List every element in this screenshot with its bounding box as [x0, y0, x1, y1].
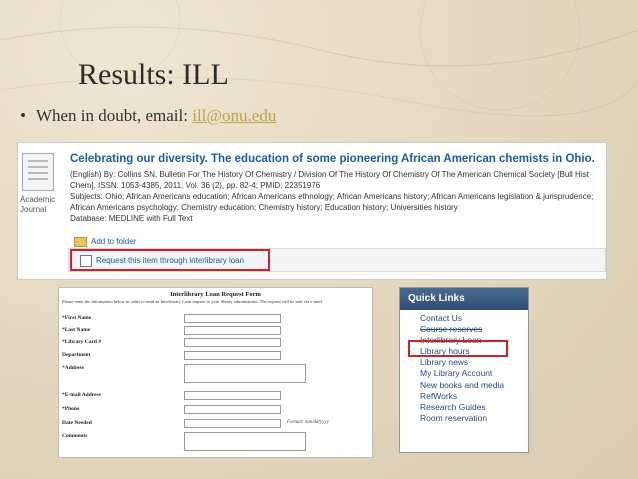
publication-type-label: Academic Journal: [20, 195, 56, 214]
record-title-link[interactable]: Celebrating our diversity. The education…: [70, 153, 595, 165]
address-textarea[interactable]: [184, 364, 306, 383]
search-result-record: Academic Journal Celebrating our diversi…: [17, 142, 607, 280]
quick-links-list: Contact Us Course reserves Interlibrary …: [400, 310, 528, 424]
quick-link-course-reserves[interactable]: Course reserves: [420, 324, 528, 335]
add-to-folder-label: Add to folder: [91, 237, 137, 247]
folder-icon: [74, 237, 87, 247]
quick-link-library-news[interactable]: Library news: [420, 357, 528, 368]
record-citation: (English) By: Collins SN, Bulletin For T…: [70, 170, 589, 190]
email-label: *E-mail Address: [62, 392, 101, 398]
form-title: Interlibrary Loan Request Form: [170, 291, 261, 298]
date-needed-input[interactable]: [184, 419, 281, 428]
ill-request-form: Interlibrary Loan Request Form Please en…: [58, 287, 373, 458]
quick-link-room-reservation[interactable]: Room reservation: [420, 413, 528, 424]
quick-link-new-books-media[interactable]: New books and media: [420, 380, 528, 391]
ill-request-highlight-box: [70, 249, 270, 271]
record-metadata: (English) By: Collins SN, Bulletin For T…: [70, 169, 600, 224]
phone-input[interactable]: [184, 405, 281, 414]
interlibrary-loan-highlight-box: [408, 340, 508, 357]
record-subjects: Subjects: Ohio; African Americans educat…: [70, 192, 594, 212]
email-link[interactable]: ill@onu.edu: [192, 106, 276, 125]
bullet-dot: •: [20, 106, 26, 125]
slide-title: Results: ILL: [78, 58, 229, 91]
quick-links-header: Quick Links: [400, 288, 528, 310]
bullet-line: • When in doubt, email: ill@onu.edu: [20, 106, 276, 126]
date-needed-label: Date Needed: [62, 420, 92, 426]
comments-textarea[interactable]: [184, 432, 306, 451]
library-card-input[interactable]: [184, 338, 281, 347]
first-name-input[interactable]: [184, 314, 281, 323]
bullet-text: When in doubt, email:: [35, 106, 193, 125]
department-label: Department: [62, 352, 91, 358]
comments-label: Comments: [62, 433, 88, 439]
library-card-label: *Library Card #: [62, 339, 102, 345]
email-input[interactable]: [184, 391, 281, 400]
form-intro: Please enter the information below in or…: [62, 299, 323, 304]
quick-links-panel: Quick Links Contact Us Course reserves I…: [399, 287, 529, 453]
journal-document-icon: [22, 153, 54, 191]
add-to-folder-link[interactable]: Add to folder: [74, 237, 136, 247]
date-format-hint: Format: mm/dd/yyyy: [287, 420, 329, 425]
last-name-label: *Last Name: [62, 327, 91, 333]
department-input[interactable]: [184, 351, 281, 360]
first-name-label: *First Name: [62, 315, 92, 321]
address-label: *Address: [62, 365, 84, 371]
record-database: Database: MEDLINE with Full Text: [70, 214, 193, 223]
quick-link-contact-us[interactable]: Contact Us: [420, 313, 528, 324]
quick-link-refworks[interactable]: RefWorks: [420, 391, 528, 402]
phone-label: *Phone: [62, 406, 80, 412]
quick-link-my-library-account[interactable]: My Library Account: [420, 368, 528, 379]
quick-link-research-guides[interactable]: Research Guides: [420, 402, 528, 413]
last-name-input[interactable]: [184, 326, 281, 335]
